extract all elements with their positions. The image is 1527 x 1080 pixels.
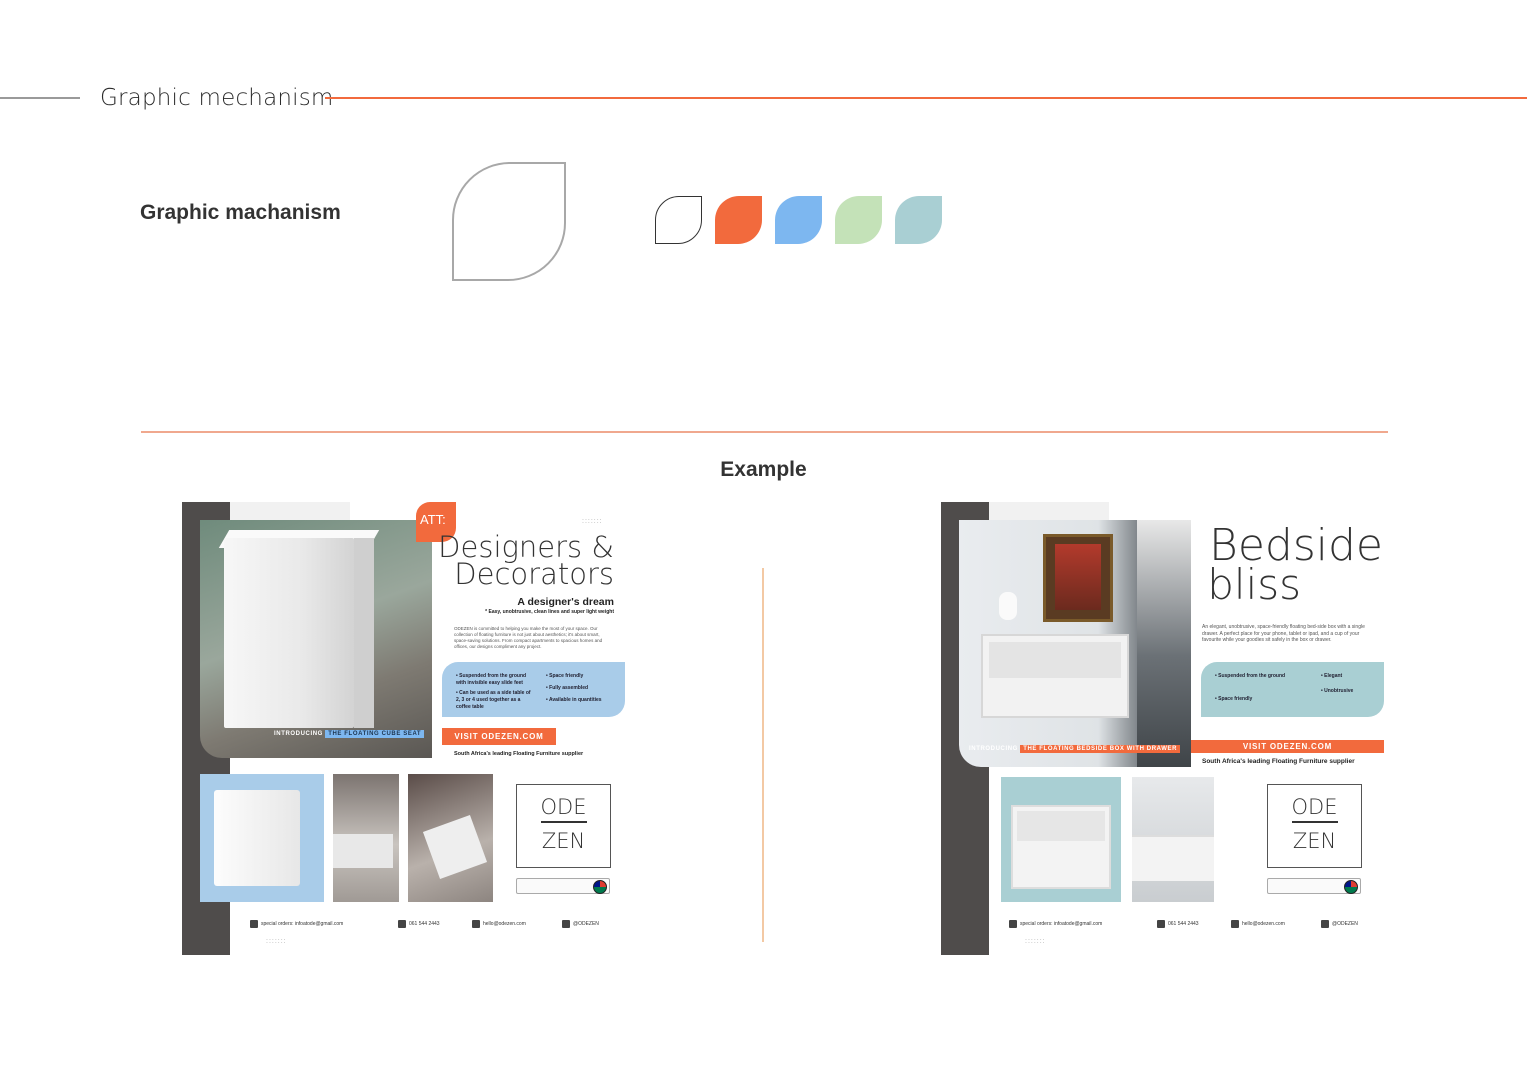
center-divider — [762, 568, 764, 942]
email-icon — [472, 920, 480, 928]
swatch-outline — [655, 196, 702, 244]
features-box: • Suspended from the ground • Space frie… — [1201, 662, 1384, 717]
tagline: A designer's dream — [517, 596, 614, 608]
logo-line2: ZEN — [541, 828, 586, 853]
thumb-cubes — [408, 774, 493, 902]
thumb-shelf — [333, 774, 399, 902]
sa-flag-icon — [593, 880, 607, 894]
poster-bedside: INTRODUCING THE FLOATING BEDSIDE BOX WIT… — [941, 502, 1387, 955]
email-icon — [1231, 920, 1239, 928]
sa-flag-icon — [1344, 880, 1358, 894]
feature-left-2: • Can be used as a side table of 2, 3 or… — [456, 690, 531, 710]
product-name: THE FLOATING BEDSIDE BOX WITH DRAWER — [1020, 745, 1181, 753]
header-rule-right — [325, 97, 1527, 99]
odezen-logo: ODE ZEN — [1267, 784, 1362, 868]
dots-decoration-bottom: ::::::: — [1025, 938, 1046, 945]
poster-designers: INTRODUCING THE FLOATING CUBE SEAT ATT: … — [182, 502, 628, 955]
leaf-shape-outline — [452, 162, 566, 281]
headline-line2: Decorators — [454, 557, 614, 591]
headline-line2: bliss — [1207, 560, 1301, 609]
example-title: Example — [720, 458, 807, 481]
contact-email-text: hello@odezen.com — [483, 921, 526, 927]
feature-left-1: • Suspended from the ground with invisib… — [456, 673, 527, 686]
header-rule-left — [0, 97, 80, 99]
phone-icon — [398, 920, 406, 928]
contact-phone-text: 061 544 2443 — [1168, 921, 1199, 927]
feature-right-1: • Elegant — [1321, 673, 1343, 679]
feature-right-3: • Available in quantities — [546, 697, 602, 703]
logo-line1: ODE — [1291, 795, 1338, 819]
proudly-sa-badge — [516, 878, 610, 894]
contact-email-text: hello@odezen.com — [1242, 921, 1285, 927]
intro-label: INTRODUCING THE FLOATING CUBE SEAT — [274, 730, 425, 738]
contact-orders-text: special orders: infoatode@gmail.com — [261, 921, 344, 927]
contact-orders-text: special orders: infoatode@gmail.com — [1020, 921, 1103, 927]
phone-icon — [1157, 920, 1165, 928]
contact-phone-text: 061 544 2443 — [409, 921, 440, 927]
proudly-sa-badge — [1267, 878, 1361, 894]
feature-right-1: • Space friendly — [546, 673, 584, 679]
feature-left-1: • Suspended from the ground — [1215, 673, 1286, 679]
facebook-icon — [1321, 920, 1329, 928]
swatch-green — [835, 196, 882, 244]
feature-right-2: • Unobtrusive — [1321, 688, 1354, 694]
contact-social-text: @ODEZEN — [573, 921, 599, 927]
contact-phone: 061 544 2443 — [1157, 920, 1199, 928]
intro-text: INTRODUCING — [274, 731, 323, 737]
feature-right-2: • Fully assembled — [546, 685, 589, 691]
contact-orders: special orders: infoatode@gmail.com — [1009, 920, 1102, 928]
feature-left-2: • Space friendly — [1215, 696, 1253, 702]
section-title: Graphic machanism — [140, 201, 341, 224]
section-divider — [141, 431, 1388, 433]
swatch-teal — [895, 196, 942, 244]
visit-banner: VISIT ODEZEN.COM — [1191, 740, 1384, 753]
cube-side — [354, 538, 374, 728]
logo-line2: ZEN — [1292, 828, 1337, 853]
intro-label: INTRODUCING THE FLOATING BEDSIDE BOX WIT… — [969, 745, 1181, 753]
contact-social-text: @ODEZEN — [1332, 921, 1358, 927]
poster-top-band — [989, 502, 1109, 520]
swatch-orange — [715, 196, 762, 244]
supplier-text: South Africa's leading Floating Furnitur… — [1202, 758, 1355, 765]
body-text: An elegant, unobtrusive, space-friendly … — [1202, 624, 1365, 643]
odezen-icon — [1009, 920, 1017, 928]
contact-orders: special orders: infoatode@gmail.com — [250, 920, 343, 928]
poster-top-band — [230, 502, 350, 520]
thumb-bedside-vase — [1132, 777, 1214, 902]
odezen-logo: ODE ZEN — [516, 784, 611, 868]
contact-phone: 061 544 2443 — [398, 920, 440, 928]
page-title: Graphic mechanism — [100, 85, 334, 111]
thumb-cube-blue — [200, 774, 324, 902]
dots-decoration-bottom: ::::::: — [266, 938, 287, 945]
intro-text: INTRODUCING — [969, 746, 1018, 752]
cube-seat-photo: INTRODUCING THE FLOATING CUBE SEAT — [200, 520, 432, 758]
dots-decoration: ::::::: — [582, 518, 603, 525]
odezen-icon — [250, 920, 258, 928]
contact-email: hello@odezen.com — [472, 920, 526, 928]
facebook-icon — [562, 920, 570, 928]
subline: * Easy, unobtrusive, clean lines and sup… — [485, 609, 614, 615]
logo-line1: ODE — [540, 795, 587, 819]
cube — [224, 538, 354, 728]
supplier-text: South Africa's leading Floating Furnitur… — [454, 751, 584, 757]
contact-social: @ODEZEN — [1321, 920, 1358, 928]
product-name: THE FLOATING CUBE SEAT — [325, 730, 425, 738]
bedside-photo: INTRODUCING THE FLOATING BEDSIDE BOX WIT… — [959, 520, 1191, 767]
contact-social: @ODEZEN — [562, 920, 599, 928]
visit-banner: VISIT ODEZEN.COM — [442, 728, 556, 745]
contact-email: hello@odezen.com — [1231, 920, 1285, 928]
features-box: • Suspended from the ground with invisib… — [442, 662, 625, 717]
body-text: ODEZEN is committed to helping you make … — [454, 626, 603, 649]
swatch-blue — [775, 196, 822, 244]
thumb-bedside-teal — [1001, 777, 1121, 902]
